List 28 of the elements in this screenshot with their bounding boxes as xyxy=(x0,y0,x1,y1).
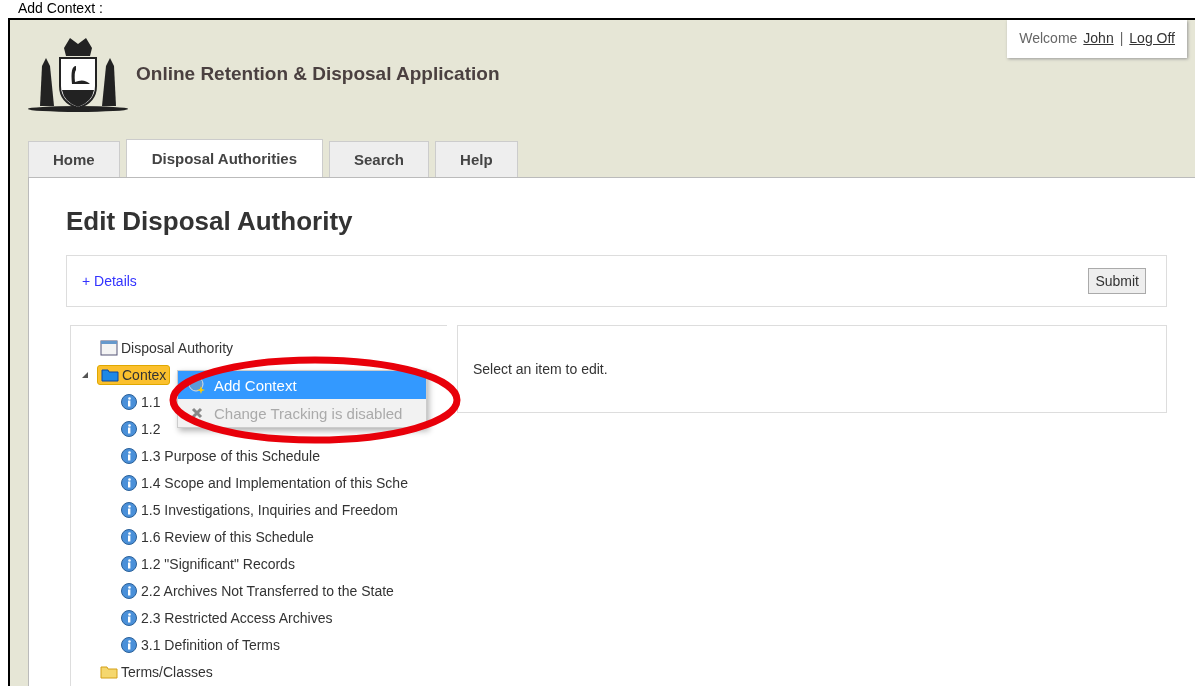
editor-message: Select an item to edit. xyxy=(457,325,1167,413)
nav-tab[interactable]: Search xyxy=(329,141,430,177)
tree-item[interactable]: 1.2 "Significant" Records xyxy=(117,554,298,573)
app-title: Online Retention & Disposal Application xyxy=(136,63,500,85)
log-off-link[interactable]: Log Off xyxy=(1129,30,1175,46)
tree-item[interactable]: 1.2 xyxy=(117,419,164,438)
tree-item[interactable]: 1.1 xyxy=(117,392,164,411)
tree-item[interactable]: 1.4 Scope and Implementation of this Sche xyxy=(117,473,411,492)
tree-item[interactable]: 2.3 Restricted Access Archives xyxy=(117,608,336,627)
nav-tab[interactable]: Disposal Authorities xyxy=(125,139,323,177)
caption-text: Add Context : xyxy=(17,0,104,18)
menu-item: Change Tracking is disabled xyxy=(178,399,426,427)
details-link[interactable]: + Details xyxy=(82,273,137,289)
tree-item[interactable]: 1.3 Purpose of this Schedule xyxy=(117,446,323,465)
tree-item[interactable]: Contex xyxy=(97,364,171,385)
page-title: Edit Disposal Authority xyxy=(66,206,354,237)
nav-tab[interactable]: Help xyxy=(435,141,518,177)
tree-item[interactable]: Disposal Authority xyxy=(97,338,237,357)
user-name-link[interactable]: John xyxy=(1083,30,1114,46)
submit-button[interactable]: Submit xyxy=(1088,268,1146,294)
nav-tab[interactable]: Home xyxy=(28,141,120,177)
tree-item[interactable]: 2.2 Archives Not Transferred to the State xyxy=(117,581,397,600)
tree-item[interactable]: Terms/Classes xyxy=(97,662,216,681)
welcome-text: Welcome xyxy=(1019,30,1078,46)
tree-item[interactable]: 1.6 Review of this Schedule xyxy=(117,527,317,546)
tree-item[interactable]: 1.5 Investigations, Inquiries and Freedom xyxy=(117,500,401,519)
tree-item[interactable]: 3.1 Definition of Terms xyxy=(117,635,284,654)
separator-text: | xyxy=(1119,30,1124,46)
